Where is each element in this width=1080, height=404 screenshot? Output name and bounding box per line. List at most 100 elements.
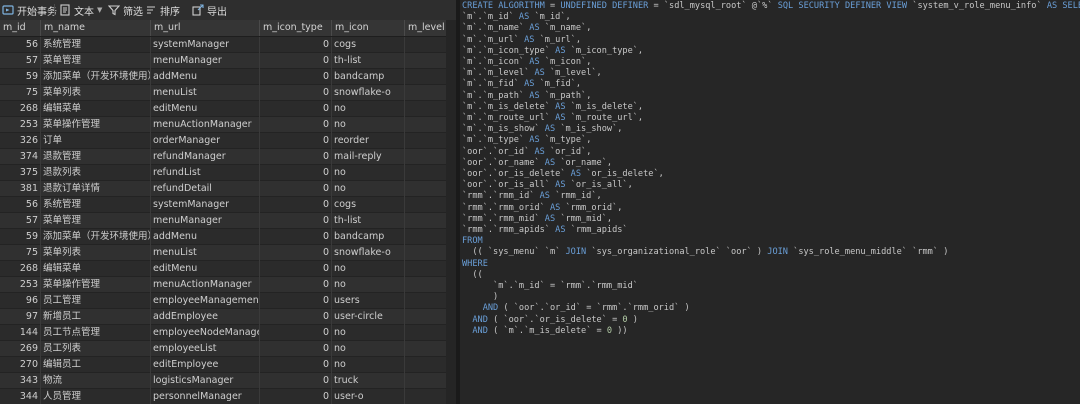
table-row[interactable]: 374 退款管理 refundManager 0 mail-reply	[0, 149, 456, 165]
cell-m-icon-type[interactable]: 0	[260, 117, 331, 132]
cell-m-name[interactable]: 员工列表	[41, 341, 150, 356]
cell-m-url[interactable]: systemManager	[151, 37, 259, 52]
cell-m-id[interactable]: 75	[0, 245, 40, 260]
cell-m-level[interactable]	[405, 389, 445, 404]
cell-m-name[interactable]: 菜单管理	[41, 53, 150, 68]
sort-button[interactable]: 排序	[145, 2, 180, 18]
cell-m-id[interactable]: 59	[0, 229, 40, 244]
cell-m-level[interactable]	[405, 341, 445, 356]
table-row[interactable]: 59 添加菜单（开发环境使用） addMenu 0 bandcamp	[0, 229, 456, 245]
table-row[interactable]: 56 系统管理 systemManager 0 cogs	[0, 37, 456, 53]
cell-m-icon[interactable]: no	[332, 341, 404, 356]
cell-m-level[interactable]	[405, 261, 445, 276]
column-header-m-name[interactable]: m_name	[41, 20, 151, 36]
cell-m-url[interactable]: editEmployee	[151, 357, 259, 372]
cell-m-icon[interactable]: mail-reply	[332, 149, 404, 164]
cell-m-id[interactable]: 144	[0, 325, 40, 340]
table-row[interactable]: 144 员工节点管理 employeeNodeManager 0 no	[0, 325, 456, 341]
cell-m-level[interactable]	[405, 133, 445, 148]
cell-m-level[interactable]	[405, 325, 445, 340]
cell-m-icon-type[interactable]: 0	[260, 165, 331, 180]
cell-m-name[interactable]: 系统管理	[41, 37, 150, 52]
cell-m-url[interactable]: menuManager	[151, 213, 259, 228]
cell-m-icon-type[interactable]: 0	[260, 53, 331, 68]
cell-m-id[interactable]: 268	[0, 101, 40, 116]
cell-m-name[interactable]: 菜单管理	[41, 213, 150, 228]
cell-m-icon-type[interactable]: 0	[260, 373, 331, 388]
sql-code[interactable]: CREATE ALGORITHM = UNDEFINED DEFINER = `…	[462, 1, 1080, 337]
table-row[interactable]: 375 退款列表 refundList 0 no	[0, 165, 456, 181]
cell-m-id[interactable]: 56	[0, 37, 40, 52]
cell-m-id[interactable]: 374	[0, 149, 40, 164]
cell-m-name[interactable]: 新增员工	[41, 309, 150, 324]
cell-m-url[interactable]: systemManager	[151, 197, 259, 212]
cell-m-name[interactable]: 员工节点管理	[41, 325, 150, 340]
cell-m-url[interactable]: editMenu	[151, 261, 259, 276]
cell-m-name[interactable]: 退款订单详情	[41, 181, 150, 196]
cell-m-level[interactable]	[405, 117, 445, 132]
cell-m-id[interactable]: 75	[0, 85, 40, 100]
table-row[interactable]: 57 菜单管理 menuManager 0 th-list	[0, 53, 456, 69]
cell-m-icon-type[interactable]: 0	[260, 181, 331, 196]
cell-m-level[interactable]	[405, 245, 445, 260]
cell-m-icon[interactable]: snowflake-o	[332, 85, 404, 100]
cell-m-level[interactable]	[405, 293, 445, 308]
cell-m-name[interactable]: 退款列表	[41, 165, 150, 180]
export-button[interactable]: 导出	[192, 2, 227, 18]
cell-m-name[interactable]: 菜单列表	[41, 85, 150, 100]
cell-m-id[interactable]: 268	[0, 261, 40, 276]
cell-m-icon[interactable]: no	[332, 165, 404, 180]
cell-m-name[interactable]: 编辑员工	[41, 357, 150, 372]
table-row[interactable]: 75 菜单列表 menuList 0 snowflake-o	[0, 85, 456, 101]
cell-m-icon[interactable]: cogs	[332, 197, 404, 212]
cell-m-icon-type[interactable]: 0	[260, 277, 331, 292]
table-row[interactable]: 268 编辑菜单 editMenu 0 no	[0, 101, 456, 117]
cell-m-id[interactable]: 57	[0, 213, 40, 228]
cell-m-id[interactable]: 56	[0, 197, 40, 212]
cell-m-id[interactable]: 344	[0, 389, 40, 404]
cell-m-icon[interactable]: bandcamp	[332, 69, 404, 84]
cell-m-name[interactable]: 菜单操作管理	[41, 277, 150, 292]
cell-m-level[interactable]	[405, 165, 445, 180]
cell-m-icon[interactable]: user-circle	[332, 309, 404, 324]
cell-m-id[interactable]: 270	[0, 357, 40, 372]
cell-m-name[interactable]: 人员管理	[41, 389, 150, 404]
cell-m-icon-type[interactable]: 0	[260, 229, 331, 244]
vertical-scrollbar[interactable]	[446, 20, 456, 404]
cell-m-url[interactable]: addMenu	[151, 69, 259, 84]
cell-m-icon-type[interactable]: 0	[260, 37, 331, 52]
cell-m-icon[interactable]: users	[332, 293, 404, 308]
cell-m-level[interactable]	[405, 181, 445, 196]
cell-m-id[interactable]: 375	[0, 165, 40, 180]
text-view-button[interactable]: 文本 ▼	[59, 2, 102, 18]
cell-m-name[interactable]: 员工管理	[41, 293, 150, 308]
cell-m-id[interactable]: 97	[0, 309, 40, 324]
cell-m-level[interactable]	[405, 101, 445, 116]
table-row[interactable]: 253 菜单操作管理 menuActionManager 0 no	[0, 117, 456, 133]
column-header-m-url[interactable]: m_url	[151, 20, 260, 36]
column-header-m-icon[interactable]: m_icon	[332, 20, 405, 36]
cell-m-level[interactable]	[405, 277, 445, 292]
column-header-m-id[interactable]: m_id	[0, 20, 41, 36]
cell-m-icon-type[interactable]: 0	[260, 261, 331, 276]
cell-m-level[interactable]	[405, 309, 445, 324]
cell-m-level[interactable]	[405, 69, 445, 84]
cell-m-icon[interactable]: no	[332, 117, 404, 132]
cell-m-url[interactable]: employeeManagement	[151, 293, 259, 308]
cell-m-id[interactable]: 381	[0, 181, 40, 196]
cell-m-id[interactable]: 343	[0, 373, 40, 388]
cell-m-url[interactable]: personnelManager	[151, 389, 259, 404]
cell-m-url[interactable]: orderManager	[151, 133, 259, 148]
table-row[interactable]: 57 菜单管理 menuManager 0 th-list	[0, 213, 456, 229]
table-row[interactable]: 56 系统管理 systemManager 0 cogs	[0, 197, 456, 213]
cell-m-icon-type[interactable]: 0	[260, 309, 331, 324]
cell-m-icon[interactable]: th-list	[332, 53, 404, 68]
table-row[interactable]: 75 菜单列表 menuList 0 snowflake-o	[0, 245, 456, 261]
cell-m-level[interactable]	[405, 229, 445, 244]
cell-m-level[interactable]	[405, 85, 445, 100]
cell-m-id[interactable]: 96	[0, 293, 40, 308]
cell-m-name[interactable]: 编辑菜单	[41, 101, 150, 116]
cell-m-icon[interactable]: no	[332, 101, 404, 116]
cell-m-level[interactable]	[405, 149, 445, 164]
cell-m-icon[interactable]: bandcamp	[332, 229, 404, 244]
